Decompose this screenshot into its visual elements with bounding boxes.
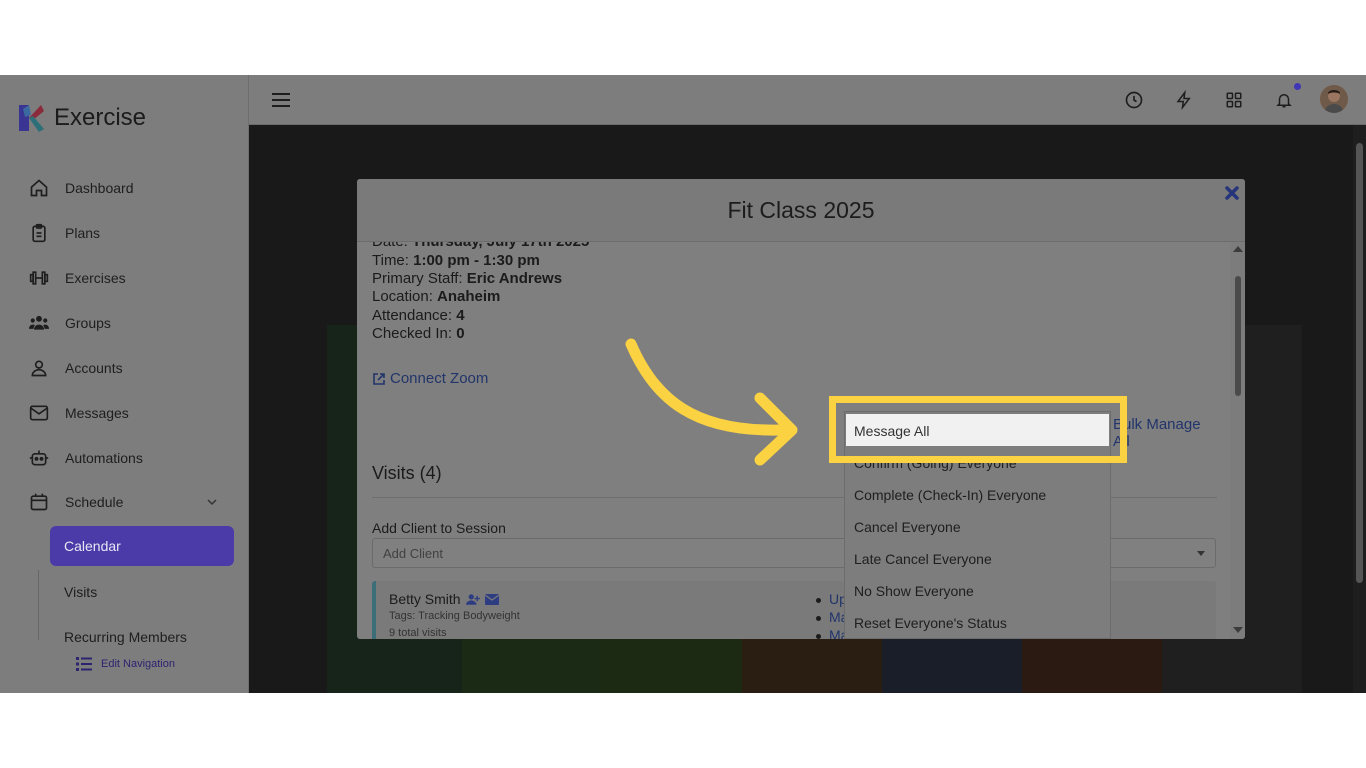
visits-heading: Visits (4): [372, 463, 442, 483]
page-scroll-thumb[interactable]: [1356, 143, 1363, 583]
connect-zoom-link[interactable]: Connect Zoom: [372, 370, 488, 387]
sidebar-item-plans[interactable]: Plans: [28, 221, 100, 245]
caret-down-icon: [1197, 551, 1205, 556]
robot-icon: [28, 447, 50, 469]
brand-logo[interactable]: Exercise: [17, 103, 146, 133]
mail-icon[interactable]: [484, 593, 499, 605]
dropdown-option-cancel[interactable]: Cancel Everyone: [854, 519, 961, 535]
sidebar-item-label: Messages: [65, 405, 129, 421]
sidebar-item-accounts[interactable]: Accounts: [28, 356, 123, 380]
user-add-icon[interactable]: [465, 593, 480, 605]
sidebar: Exercise Dashboard Plans Exercises Group…: [0, 75, 249, 693]
bulk-manage-link[interactable]: Bulk Manage All: [1113, 416, 1217, 450]
session-time: Time: 1:00 pm - 1:30 pm: [372, 252, 540, 269]
scroll-up-icon[interactable]: [1233, 246, 1243, 252]
users-icon: [28, 312, 50, 334]
dumbbell-icon: [28, 267, 50, 289]
sidebar-item-label: Automations: [65, 450, 143, 466]
lightning-icon[interactable]: [1173, 89, 1195, 111]
session-checked-in: Checked In: 0: [372, 325, 465, 342]
highlight-box: [829, 396, 1127, 463]
sidebar-item-label: Groups: [65, 315, 111, 331]
notification-badge: [1294, 83, 1301, 90]
session-attendance: Attendance: 4: [372, 307, 465, 324]
connect-zoom-label: Connect Zoom: [390, 370, 489, 387]
home-icon: [28, 177, 50, 199]
list-icon: [76, 657, 92, 671]
sidebar-item-exercises[interactable]: Exercises: [28, 266, 126, 290]
brand-name: Exercise: [54, 104, 147, 131]
sidebar-item-calendar[interactable]: Calendar: [50, 526, 234, 566]
clock-icon[interactable]: [1123, 89, 1145, 111]
session-location: Location: Anaheim: [372, 288, 501, 305]
sidebar-item-label: Accounts: [65, 360, 123, 376]
add-client-label: Add Client to Session: [372, 520, 506, 536]
sidebar-item-visits[interactable]: Visits: [64, 584, 97, 600]
modal-scroll-thumb[interactable]: [1235, 276, 1241, 396]
dropdown-option-complete[interactable]: Complete (Check-In) Everyone: [854, 487, 1046, 503]
grid-icon[interactable]: [1223, 89, 1245, 111]
avatar[interactable]: [1320, 85, 1348, 113]
external-link-icon: [373, 372, 385, 385]
edit-navigation-label: Edit Navigation: [101, 658, 175, 670]
session-date: Date: Thursday, July 17th 2025: [372, 242, 589, 250]
close-icon[interactable]: [1223, 184, 1241, 202]
chevron-down-icon[interactable]: [205, 495, 219, 509]
modal-header: Fit Class 2025: [357, 179, 1245, 242]
menu-icon[interactable]: [270, 89, 292, 111]
dropdown-option-late-cancel[interactable]: Late Cancel Everyone: [854, 551, 992, 567]
submenu-divider: [38, 570, 39, 640]
bell-icon[interactable]: [1273, 89, 1295, 111]
client-visits-count: 9 total visits: [389, 627, 447, 639]
sidebar-item-label: Dashboard: [65, 180, 134, 196]
sidebar-item-label: Plans: [65, 225, 101, 241]
modal-scrollbar[interactable]: [1230, 242, 1245, 639]
client-tags: Tags: Tracking Bodyweight: [389, 610, 520, 622]
session-staff: Primary Staff: Eric Andrews: [372, 270, 563, 287]
sidebar-item-automations[interactable]: Automations: [28, 446, 143, 470]
modal-title: Fit Class 2025: [727, 197, 875, 223]
edit-navigation-link[interactable]: Edit Navigation: [76, 657, 175, 671]
sidebar-item-label: Exercises: [65, 270, 126, 286]
topbar: [249, 75, 1366, 125]
mail-icon: [28, 402, 50, 424]
annotation-arrow-icon: [625, 338, 798, 466]
sidebar-item-dashboard[interactable]: Dashboard: [28, 176, 134, 200]
calendar-icon: [28, 491, 50, 513]
sidebar-item-recurring-members[interactable]: Recurring Members: [64, 629, 187, 645]
app-frame: Exercise Dashboard Plans Exercises Group…: [0, 75, 1366, 693]
dropdown-option-no-show[interactable]: No Show Everyone: [854, 583, 974, 599]
page-scrollbar[interactable]: [1353, 125, 1366, 693]
dropdown-option-reset[interactable]: Reset Everyone's Status: [854, 615, 1007, 631]
client-name[interactable]: Betty Smith: [389, 591, 499, 607]
sidebar-item-groups[interactable]: Groups: [28, 311, 111, 335]
sidebar-item-label: Schedule: [65, 494, 124, 510]
sidebar-item-messages[interactable]: Messages: [28, 401, 129, 425]
scroll-down-icon[interactable]: [1233, 627, 1243, 633]
logo-icon: [17, 103, 45, 133]
user-icon: [28, 357, 50, 379]
clipboard-icon: [28, 222, 50, 244]
sidebar-item-schedule[interactable]: Schedule: [28, 490, 123, 514]
